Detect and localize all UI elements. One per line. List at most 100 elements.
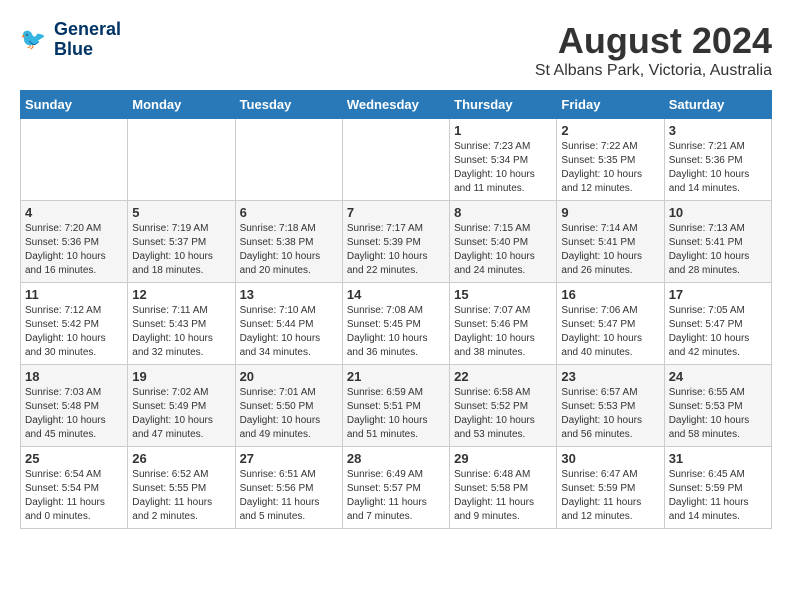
calendar-cell: 29 Sunrise: 6:48 AM Sunset: 5:58 PM Dayli… [450,447,557,529]
day-number: 7 [347,205,445,220]
calendar-cell: 28 Sunrise: 6:49 AM Sunset: 5:57 PM Dayli… [342,447,449,529]
day-info: Sunrise: 7:07 AM Sunset: 5:46 PM Dayligh… [454,304,552,360]
calendar-cell: 27Sunrise: 6:51 AM Sunset: 5:56 PM Dayli… [235,447,342,529]
day-number: 28 [347,451,445,466]
day-info: Sunrise: 6:55 AM Sunset: 5:53 PM Dayligh… [669,386,767,442]
day-number: 16 [561,287,659,302]
day-number: 29 [454,451,552,466]
calendar-cell: 6Sunrise: 7:18 AM Sunset: 5:38 PM Daylig… [235,201,342,283]
month-year-title: August 2024 [535,20,772,62]
day-number: 8 [454,205,552,220]
calendar-table: SundayMondayTuesdayWednesdayThursdayFrid… [20,90,772,529]
day-number: 4 [25,205,123,220]
day-number: 15 [454,287,552,302]
calendar-cell [21,119,128,201]
calendar-cell: 24 Sunrise: 6:55 AM Sunset: 5:53 PM Dayli… [664,365,771,447]
calendar-week-row: 18 Sunrise: 7:03 AM Sunset: 5:48 PM Dayli… [21,365,772,447]
day-number: 22 [454,369,552,384]
day-number: 2 [561,123,659,138]
svg-text:🐦: 🐦 [20,28,46,51]
day-info: Sunrise: 7:23 AM Sunset: 5:34 PM Dayligh… [454,140,552,196]
logo-text: General Blue [54,20,121,60]
day-info: Sunrise: 7:22 AM Sunset: 5:35 PM Dayligh… [561,140,659,196]
day-number: 1 [454,123,552,138]
calendar-cell: 14 Sunrise: 7:08 AM Sunset: 5:45 PM Dayli… [342,283,449,365]
day-info: Sunrise: 7:05 AM Sunset: 5:47 PM Dayligh… [669,304,767,360]
day-number: 30 [561,451,659,466]
calendar-cell [128,119,235,201]
calendar-cell: 1 Sunrise: 7:23 AM Sunset: 5:34 PM Daylig… [450,119,557,201]
day-info: Sunrise: 7:02 AM Sunset: 5:49 PM Dayligh… [132,386,230,442]
calendar-cell: 5Sunrise: 7:19 AM Sunset: 5:37 PM Daylig… [128,201,235,283]
calendar-cell: 22 Sunrise: 6:58 AM Sunset: 5:52 PM Dayli… [450,365,557,447]
calendar-cell: 7 Sunrise: 7:17 AM Sunset: 5:39 PM Daylig… [342,201,449,283]
day-info: Sunrise: 7:01 AM Sunset: 5:50 PM Dayligh… [240,386,338,442]
day-info: Sunrise: 7:08 AM Sunset: 5:45 PM Dayligh… [347,304,445,360]
day-number: 13 [240,287,338,302]
calendar-cell: 15 Sunrise: 7:07 AM Sunset: 5:46 PM Dayli… [450,283,557,365]
day-number: 20 [240,369,338,384]
day-info: Sunrise: 6:54 AM Sunset: 5:54 PM Dayligh… [25,468,123,524]
location-title: St Albans Park, Victoria, Australia [535,62,772,80]
day-number: 27 [240,451,338,466]
day-number: 18 [25,369,123,384]
day-info: Sunrise: 7:13 AM Sunset: 5:41 PM Dayligh… [669,222,767,278]
day-info: Sunrise: 7:20 AM Sunset: 5:36 PM Dayligh… [25,222,123,278]
calendar-cell: 21 Sunrise: 6:59 AM Sunset: 5:51 PM Dayli… [342,365,449,447]
calendar-cell: 3Sunrise: 7:21 AM Sunset: 5:36 PM Daylig… [664,119,771,201]
day-number: 6 [240,205,338,220]
calendar-week-row: 25Sunrise: 6:54 AM Sunset: 5:54 PM Dayli… [21,447,772,529]
calendar-cell [342,119,449,201]
calendar-cell: 2 Sunrise: 7:22 AM Sunset: 5:35 PM Daylig… [557,119,664,201]
calendar-cell: 16 Sunrise: 7:06 AM Sunset: 5:47 PM Dayli… [557,283,664,365]
weekday-header-cell: Sunday [21,91,128,119]
calendar-cell: 18 Sunrise: 7:03 AM Sunset: 5:48 PM Dayli… [21,365,128,447]
day-info: Sunrise: 6:59 AM Sunset: 5:51 PM Dayligh… [347,386,445,442]
day-number: 26 [132,451,230,466]
day-info: Sunrise: 7:11 AM Sunset: 5:43 PM Dayligh… [132,304,230,360]
calendar-cell: 20 Sunrise: 7:01 AM Sunset: 5:50 PM Dayli… [235,365,342,447]
calendar-week-row: 4 Sunrise: 7:20 AM Sunset: 5:36 PM Daylig… [21,201,772,283]
calendar-week-row: 1 Sunrise: 7:23 AM Sunset: 5:34 PM Daylig… [21,119,772,201]
weekday-header-row: SundayMondayTuesdayWednesdayThursdayFrid… [21,91,772,119]
calendar-cell: 4 Sunrise: 7:20 AM Sunset: 5:36 PM Daylig… [21,201,128,283]
day-number: 3 [669,123,767,138]
day-number: 24 [669,369,767,384]
calendar-cell: 19 Sunrise: 7:02 AM Sunset: 5:49 PM Dayli… [128,365,235,447]
day-info: Sunrise: 7:06 AM Sunset: 5:47 PM Dayligh… [561,304,659,360]
calendar-cell [235,119,342,201]
day-info: Sunrise: 7:15 AM Sunset: 5:40 PM Dayligh… [454,222,552,278]
day-number: 19 [132,369,230,384]
day-info: Sunrise: 6:48 AM Sunset: 5:58 PM Dayligh… [454,468,552,524]
day-number: 21 [347,369,445,384]
calendar-cell: 31 Sunrise: 6:45 AM Sunset: 5:59 PM Dayli… [664,447,771,529]
day-info: Sunrise: 6:45 AM Sunset: 5:59 PM Dayligh… [669,468,767,524]
logo-icon: 🐦 [20,25,50,55]
day-info: Sunrise: 6:52 AM Sunset: 5:55 PM Dayligh… [132,468,230,524]
day-number: 17 [669,287,767,302]
weekday-header-cell: Thursday [450,91,557,119]
weekday-header-cell: Friday [557,91,664,119]
day-info: Sunrise: 6:47 AM Sunset: 5:59 PM Dayligh… [561,468,659,524]
day-info: Sunrise: 6:58 AM Sunset: 5:52 PM Dayligh… [454,386,552,442]
day-number: 14 [347,287,445,302]
calendar-cell: 11Sunrise: 7:12 AM Sunset: 5:42 PM Dayli… [21,283,128,365]
day-number: 10 [669,205,767,220]
calendar-cell: 10 Sunrise: 7:13 AM Sunset: 5:41 PM Dayli… [664,201,771,283]
weekday-header-cell: Saturday [664,91,771,119]
day-number: 31 [669,451,767,466]
calendar-cell: 17 Sunrise: 7:05 AM Sunset: 5:47 PM Dayli… [664,283,771,365]
calendar-cell: 26 Sunrise: 6:52 AM Sunset: 5:55 PM Dayli… [128,447,235,529]
calendar-cell: 12Sunrise: 7:11 AM Sunset: 5:43 PM Dayli… [128,283,235,365]
day-info: Sunrise: 7:17 AM Sunset: 5:39 PM Dayligh… [347,222,445,278]
calendar-week-row: 11Sunrise: 7:12 AM Sunset: 5:42 PM Dayli… [21,283,772,365]
calendar-cell: 8 Sunrise: 7:15 AM Sunset: 5:40 PM Daylig… [450,201,557,283]
day-number: 9 [561,205,659,220]
day-info: Sunrise: 7:03 AM Sunset: 5:48 PM Dayligh… [25,386,123,442]
day-info: Sunrise: 6:49 AM Sunset: 5:57 PM Dayligh… [347,468,445,524]
day-number: 11 [25,287,123,302]
calendar-cell: 25Sunrise: 6:54 AM Sunset: 5:54 PM Dayli… [21,447,128,529]
day-info: Sunrise: 7:19 AM Sunset: 5:37 PM Dayligh… [132,222,230,278]
calendar-cell: 30 Sunrise: 6:47 AM Sunset: 5:59 PM Dayli… [557,447,664,529]
day-info: Sunrise: 7:14 AM Sunset: 5:41 PM Dayligh… [561,222,659,278]
